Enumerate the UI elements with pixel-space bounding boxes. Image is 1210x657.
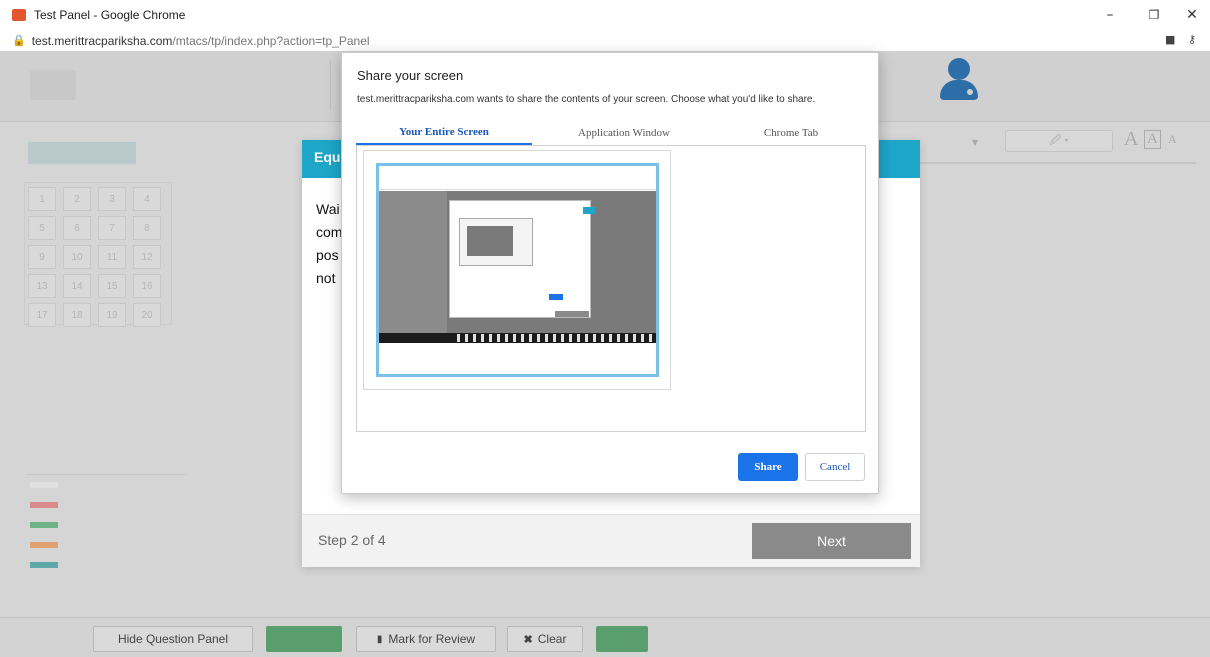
question-number-button[interactable]: 5 (28, 216, 56, 240)
clear-label: Clear (537, 632, 567, 646)
legend-item (26, 555, 186, 575)
question-number-button[interactable]: 15 (98, 274, 126, 298)
mark-for-review-label: Mark for Review (388, 632, 476, 646)
share-source-tabs: Your Entire Screen Application Window Ch… (356, 121, 866, 145)
question-number-button[interactable]: 18 (63, 303, 91, 327)
question-number-button[interactable]: 14 (63, 274, 91, 298)
candidate-avatar-icon (938, 58, 980, 108)
hide-question-panel-button[interactable]: Hide Question Panel (93, 626, 253, 652)
question-number-button[interactable]: 2 (63, 187, 91, 211)
tab-application-window[interactable]: Application Window (532, 121, 716, 145)
question-number-button[interactable]: 17 (28, 303, 56, 327)
tour-title: Equ (314, 149, 341, 165)
resources-button[interactable]: 🖉 ▾ (1005, 130, 1113, 152)
tab-chrome-tab[interactable]: Chrome Tab (716, 121, 866, 145)
minimize-window-button[interactable]: – (1092, 0, 1128, 30)
question-palette: 1 2 3 4 5 6 7 8 9 10 11 12 13 14 15 16 17 18 19 20 (28, 187, 168, 327)
next-question-button[interactable] (596, 626, 648, 652)
tour-next-button[interactable]: Next (752, 523, 911, 559)
dropdown-caret-icon[interactable]: ▼ (972, 138, 978, 147)
legend-swatch (30, 542, 58, 548)
question-number-button[interactable]: 19 (98, 303, 126, 327)
question-number-button[interactable]: 16 (133, 274, 161, 298)
camera-icon[interactable]: ■ (1165, 33, 1175, 46)
question-number-button[interactable]: 1 (28, 187, 56, 211)
lock-icon: 🔒 (12, 34, 26, 47)
legends-filter (26, 457, 186, 575)
question-number-button[interactable]: 3 (98, 187, 126, 211)
question-number-button[interactable]: 4 (133, 187, 161, 211)
legend-swatch (30, 522, 58, 528)
clear-x-icon: ✖ (523, 633, 533, 646)
question-number-button[interactable]: 13 (28, 274, 56, 298)
question-number-button[interactable]: 10 (63, 245, 91, 269)
browser-title-bar: Test Panel - Google Chrome – ❐ ✕ (0, 0, 1210, 30)
legend-swatch (30, 502, 58, 508)
question-number-button[interactable]: 12 (133, 245, 161, 269)
legend-item (26, 535, 186, 555)
legend-item (26, 495, 186, 515)
share-dialog-title: Share your screen (357, 68, 464, 83)
screen-thumbnail-preview (376, 163, 659, 377)
font-size-medium-button[interactable]: A (1144, 130, 1161, 149)
share-source-panel (356, 146, 866, 432)
close-window-button[interactable]: ✕ (1174, 0, 1210, 30)
tab-entire-screen[interactable]: Your Entire Screen (356, 121, 532, 145)
section-tab[interactable] (28, 142, 136, 164)
screen-thumbnail-item[interactable] (363, 150, 671, 390)
question-number-button[interactable]: 20 (133, 303, 161, 327)
url-path: /mtacs/tp/index.php?action=tp_Panel (172, 33, 370, 48)
tour-step-indicator: Step 2 of 4 (318, 532, 386, 548)
font-size-large-button[interactable]: A (1124, 128, 1138, 151)
site-favicon-icon (12, 9, 26, 21)
restore-window-button[interactable]: ❐ (1136, 0, 1172, 30)
legend-swatch (30, 482, 58, 488)
bottom-action-bar: Hide Question Panel ▮ Mark for Review ✖ … (0, 617, 1210, 657)
question-number-button[interactable]: 6 (63, 216, 91, 240)
previous-button[interactable] (266, 626, 342, 652)
url-text[interactable]: test.merittracpariksha.com/mtacs/tp/inde… (32, 34, 370, 48)
key-icon[interactable]: ⚷ (1188, 33, 1196, 46)
font-size-small-button[interactable]: A (1168, 132, 1177, 147)
mark-for-review-button[interactable]: ▮ Mark for Review (356, 626, 496, 652)
window-title: Test Panel - Google Chrome (34, 8, 186, 22)
question-number-button[interactable]: 8 (133, 216, 161, 240)
clear-button[interactable]: ✖ Clear (507, 626, 583, 652)
question-number-button[interactable]: 11 (98, 245, 126, 269)
bookmark-icon: ▮ (376, 633, 383, 645)
share-button[interactable]: Share (738, 453, 798, 481)
legend-item (26, 515, 186, 535)
question-number-button[interactable]: 7 (98, 216, 126, 240)
cancel-button[interactable]: Cancel (805, 453, 865, 481)
toolbar-underline (880, 162, 1196, 164)
question-number-button[interactable]: 9 (28, 245, 56, 269)
exam-logo (30, 70, 76, 100)
legend-item (26, 475, 186, 495)
share-dialog-description: test.merittracpariksha.com wants to shar… (357, 94, 816, 105)
tour-footer: Step 2 of 4 Next (302, 514, 920, 567)
share-screen-dialog: Share your screen test.merittracpariksha… (341, 52, 879, 494)
legend-swatch (30, 562, 58, 568)
header-divider (330, 60, 331, 110)
address-bar[interactable]: 🔒 test.merittracpariksha.com/mtacs/tp/in… (0, 30, 1210, 52)
legends-title (26, 457, 186, 475)
url-host: test.merittracpariksha.com (31, 33, 173, 48)
